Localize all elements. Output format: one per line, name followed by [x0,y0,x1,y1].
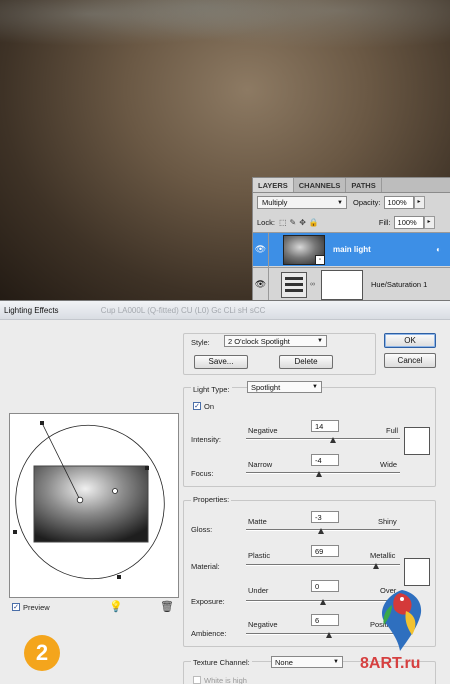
intensity-slider-thumb[interactable] [330,437,336,443]
chevron-down-icon: ▼ [312,384,318,390]
intensity-field[interactable]: 14 [311,420,339,432]
chevron-down-icon: ▼ [317,338,323,344]
dialog-titlebar: Lighting Effects Cup LA000L (Q-fitted) C… [0,301,450,320]
material-max-label: Metallic [370,551,396,560]
light-preview-area[interactable] [9,413,179,598]
adjustment-layer-icon [281,271,307,298]
light-type-value: Spotlight [251,383,281,392]
opacity-label: Opacity: [353,198,381,207]
layer-mask-thumbnail[interactable] [321,269,363,300]
ambient-color-swatch[interactable] [404,558,430,586]
texture-channel-label: Texture Channel: [191,658,252,667]
lock-label: Lock: [257,218,275,227]
gloss-field[interactable]: -3 [311,511,339,523]
light-type-label: Light Type: [191,385,232,394]
material-field[interactable]: 69 [311,545,339,557]
light-on-checkbox[interactable]: ✓ [193,402,201,410]
delete-button[interactable]: Delete [279,355,333,369]
white-is-high-checkbox[interactable] [193,676,201,684]
fill-field[interactable]: 100% [393,216,424,229]
save-button[interactable]: Save... [194,355,248,369]
intensity-max-label: Full [386,426,399,435]
ambience-slider-thumb[interactable] [326,632,332,638]
intensity-slider-track[interactable] [246,438,400,440]
exposure-slider-thumb[interactable] [320,599,326,605]
layer-row-hue-saturation[interactable]: 👁 ∞ Hue/Saturation 1 [253,267,450,302]
gloss-slider-thumb[interactable] [318,528,324,534]
chevron-down-icon: ▼ [337,200,343,206]
lock-brush-icon[interactable]: ✎ [290,218,297,227]
visibility-eye-icon[interactable]: 👁 [253,267,269,302]
style-label: Style: [191,338,210,347]
opacity-slider-button[interactable]: ▸ [413,196,425,209]
light-on-label: On [204,402,215,411]
smart-object-icon: ◐ [436,245,441,254]
light-type-select[interactable]: Spotlight ▼ [247,381,322,393]
light-preview-canvas[interactable] [10,414,179,598]
opacity-field[interactable]: 100% [383,196,414,209]
fill-slider-button[interactable]: ▸ [423,216,435,229]
visibility-eye-icon[interactable]: 👁 [253,232,269,267]
focus-field[interactable]: -4 [311,454,339,466]
chevron-down-icon: ▼ [333,659,339,665]
new-light-bulb-icon[interactable]: 💡 [109,600,123,613]
layer-name: main light [333,245,371,254]
fill-label: Fill: [378,218,391,227]
ambience-min-label: Negative [248,620,278,629]
intensity-min-label: Negative [248,426,278,435]
lock-transparent-icon[interactable]: ⬚ [279,218,287,227]
light-color-swatch[interactable] [404,427,430,455]
ambience-field[interactable]: 6 [311,614,339,626]
material-slider-thumb[interactable] [373,563,379,569]
smart-filter-icon: ▫ [315,254,325,265]
layers-panel-tabs: LAYERS CHANNELS PATHS [253,178,450,193]
material-label: Material: [191,562,220,571]
layer-name: Hue/Saturation 1 [371,280,428,289]
preview-label: Preview [23,603,50,612]
texture-channel-value: None [275,658,293,667]
style-select[interactable]: 2 O'clock Spotlight ▼ [224,335,327,347]
step-number-badge: 2 [24,635,60,671]
trash-icon[interactable]: 🗑 [160,600,174,613]
chain-link-icon[interactable]: ∞ [310,281,315,288]
properties-label: Properties: [191,495,232,504]
lock-move-icon[interactable]: ✥ [299,218,306,227]
gloss-max-label: Shiny [378,517,397,526]
white-is-high-label: White is high [204,676,247,684]
background-window-title: Cup LA000L (Q-fitted) CU (L0) Gc CLi sH … [100,306,266,315]
preview-checkbox[interactable]: ✓ [12,603,20,611]
dialog-title: Lighting Effects [4,306,59,315]
cancel-button[interactable]: Cancel [384,353,436,368]
layers-panel: LAYERS CHANNELS PATHS Multiply ▼ Opacity… [252,177,450,302]
exposure-field[interactable]: 0 [311,580,339,592]
tab-paths[interactable]: PATHS [346,178,382,192]
watermark-label: 8ART.ru [360,655,421,672]
ambience-label: Ambience: [191,629,227,638]
lock-all-icon[interactable]: 🔒 [309,218,319,227]
layer-row-main-light[interactable]: 👁 ▫ main light ◐ [253,232,450,267]
tab-layers[interactable]: LAYERS [253,178,294,192]
texture-channel-select[interactable]: None ▼ [271,656,343,668]
exposure-min-label: Under [248,586,269,595]
focus-min-label: Narrow [248,460,273,469]
focus-max-label: Wide [380,460,398,469]
ok-button[interactable]: OK [384,333,436,348]
parrot-logo [372,585,432,657]
watermark-text: 8ART.ru [360,655,420,673]
gloss-min-label: Matte [248,517,267,526]
lock-row: Lock: ⬚ ✎ ✥ 🔒 Fill: 100% ▸ [257,216,435,229]
style-value: 2 O'clock Spotlight [228,337,290,346]
blend-mode-value: Multiply [262,198,288,207]
focus-slider-track[interactable] [246,472,400,474]
focus-slider-thumb[interactable] [316,471,322,477]
blend-row: Multiply ▼ Opacity: 100% ▸ [257,196,425,209]
material-min-label: Plastic [248,551,271,560]
exposure-label: Exposure: [191,597,225,606]
gloss-label: Gloss: [191,525,213,534]
intensity-label: Intensity: [191,435,222,444]
layer-thumbnail: ▫ [283,234,325,265]
focus-label: Focus: [191,469,214,478]
tab-channels[interactable]: CHANNELS [294,178,347,192]
blend-mode-select[interactable]: Multiply ▼ [257,196,347,209]
